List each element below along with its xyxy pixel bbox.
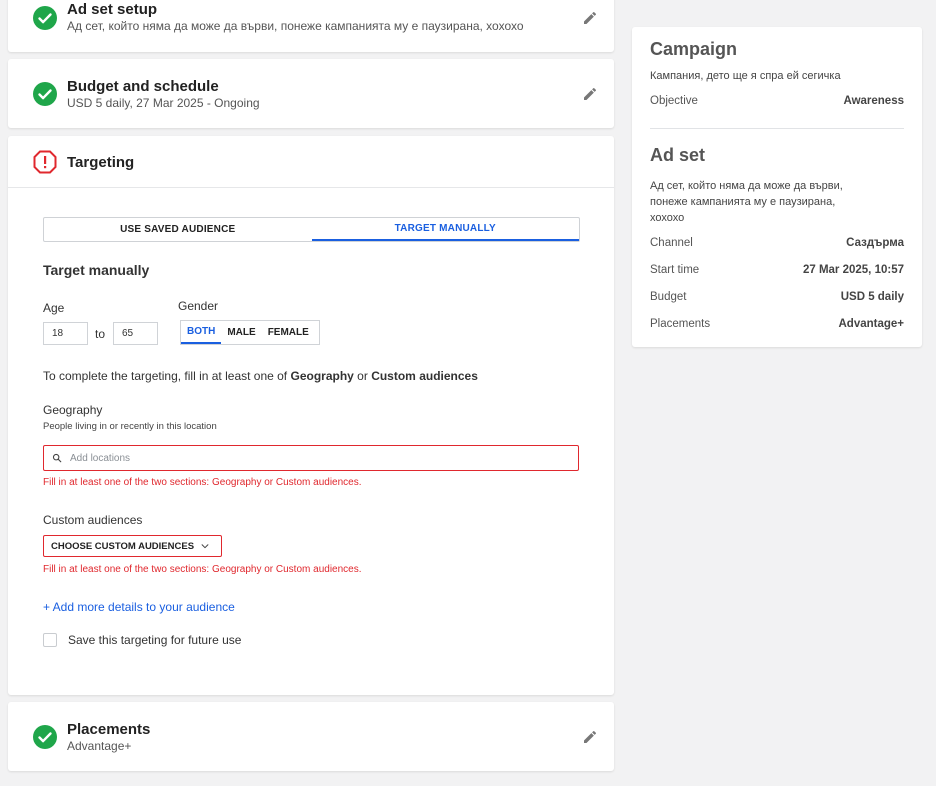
ad-set-setup-subtitle: Ад сет, който няма да може да върви, пон… bbox=[67, 19, 524, 33]
start-time-value: 27 Mar 2025, 10:57 bbox=[802, 264, 904, 276]
hint-geography: Geography bbox=[290, 369, 354, 383]
age-label: Age bbox=[43, 301, 65, 315]
channel-label: Channel bbox=[650, 237, 693, 249]
gender-male[interactable]: MALE bbox=[221, 321, 261, 344]
gender-female[interactable]: FEMALE bbox=[262, 321, 315, 344]
placements-title: Placements bbox=[67, 721, 151, 738]
budget-label: Budget bbox=[650, 291, 687, 303]
targeting-hint: To complete the targeting, fill in at le… bbox=[43, 369, 478, 383]
pencil-icon[interactable] bbox=[582, 10, 598, 26]
check-circle-icon bbox=[33, 6, 57, 30]
placements-value: Advantage+ bbox=[838, 318, 904, 330]
placements-card: Placements Advantage+ bbox=[8, 702, 614, 771]
target-manually-heading: Target manually bbox=[43, 262, 150, 278]
choose-custom-audiences-button[interactable]: CHOOSE CUSTOM AUDIENCES bbox=[43, 535, 222, 557]
campaign-name: Кампания, дето ще я спра ей сегичка bbox=[650, 70, 841, 82]
gender-label: Gender bbox=[178, 299, 219, 313]
add-more-details-link[interactable]: + Add more details to your audience bbox=[43, 600, 235, 614]
placements-label: Placements bbox=[650, 318, 711, 330]
channel-value: Саздърма bbox=[846, 237, 904, 249]
hint-custom: Custom audiences bbox=[371, 369, 478, 383]
pencil-icon[interactable] bbox=[582, 86, 598, 102]
targeting-divider bbox=[8, 187, 614, 188]
age-min-input[interactable]: 18 bbox=[43, 322, 88, 345]
alert-octagon-icon bbox=[33, 150, 57, 174]
location-search-input[interactable]: Add locations bbox=[43, 445, 579, 471]
sidebar-divider bbox=[650, 128, 904, 129]
gender-selector: BOTH MALE FEMALE bbox=[180, 320, 320, 345]
check-circle-icon bbox=[33, 82, 57, 106]
placements-subtitle: Advantage+ bbox=[67, 739, 132, 753]
age-max-input[interactable]: 65 bbox=[113, 322, 158, 345]
targeting-title: Targeting bbox=[67, 154, 135, 171]
hint-prefix: To complete the targeting, fill in at le… bbox=[43, 369, 291, 383]
budget-value: USD 5 daily bbox=[840, 291, 904, 303]
campaign-heading: Campaign bbox=[650, 39, 738, 59]
gender-both[interactable]: BOTH bbox=[181, 321, 222, 344]
custom-audiences-label: Custom audiences bbox=[43, 513, 143, 527]
ad-set-setup-title: Ad set setup bbox=[67, 1, 158, 18]
tab-target-manually[interactable]: TARGET MANUALLY bbox=[311, 218, 579, 241]
geography-sublabel: People living in or recently in this loc… bbox=[43, 421, 217, 432]
hint-or: or bbox=[353, 369, 372, 383]
objective-label: Objective bbox=[650, 95, 698, 107]
search-icon bbox=[52, 453, 62, 463]
geography-label: Geography bbox=[43, 403, 103, 417]
age-to-label: to bbox=[95, 327, 106, 341]
adset-heading: Ad set bbox=[650, 145, 706, 165]
check-circle-icon bbox=[33, 725, 57, 749]
budget-schedule-title: Budget and schedule bbox=[67, 78, 219, 95]
budget-schedule-subtitle: USD 5 daily, 27 Mar 2025 - Ongoing bbox=[67, 96, 260, 110]
geography-error: Fill in at least one of the two sections… bbox=[43, 477, 362, 488]
adset-name: Ад сет, който няма да може да върви, пон… bbox=[650, 180, 843, 224]
budget-schedule-card: Budget and schedule USD 5 daily, 27 Mar … bbox=[8, 59, 614, 128]
tab-use-saved-audience[interactable]: USE SAVED AUDIENCE bbox=[44, 218, 312, 241]
save-targeting-checkbox[interactable] bbox=[43, 633, 57, 647]
choose-custom-audiences-label: CHOOSE CUSTOM AUDIENCES bbox=[51, 540, 195, 552]
summary-sidebar: Campaign Кампания, дето ще я спра ей сег… bbox=[632, 27, 922, 347]
targeting-card: Targeting USE SAVED AUDIENCE TARGET MANU… bbox=[8, 136, 614, 695]
audience-tabs: USE SAVED AUDIENCE TARGET MANUALLY bbox=[43, 217, 580, 242]
chevron-down-icon bbox=[201, 544, 209, 549]
pencil-icon[interactable] bbox=[582, 729, 598, 745]
objective-value: Awareness bbox=[843, 95, 904, 107]
location-placeholder: Add locations bbox=[70, 452, 131, 464]
custom-audiences-error: Fill in at least one of the two sections… bbox=[43, 564, 362, 575]
save-targeting-label: Save this targeting for future use bbox=[68, 633, 242, 647]
ad-set-setup-card: Ad set setup Ад сет, който няма да може … bbox=[8, 0, 614, 52]
start-time-label: Start time bbox=[650, 264, 700, 276]
